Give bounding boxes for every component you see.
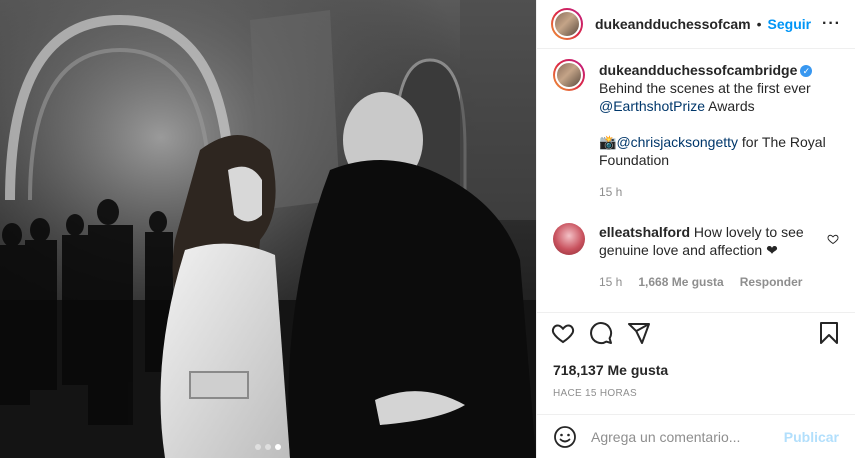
- post-side-panel: dukeandduchessofcam • Seguir ··· dukeand…: [536, 0, 855, 458]
- comment-input[interactable]: Agrega un comentario...: [591, 429, 784, 445]
- carousel-dot-active: [275, 444, 281, 450]
- comment-bubble-icon[interactable]: [589, 321, 613, 345]
- likes-count[interactable]: 718,137 Me gusta: [553, 362, 668, 378]
- caption-line1: Behind the scenes at the first ever: [599, 80, 811, 96]
- caption-avatar[interactable]: [553, 59, 585, 91]
- share-send-icon[interactable]: [627, 321, 651, 345]
- post-time-ago[interactable]: HACE 15 HORAS: [553, 388, 637, 399]
- follow-button[interactable]: Seguir: [768, 16, 812, 32]
- emoji-picker-icon[interactable]: [553, 425, 577, 449]
- reply-button[interactable]: Responder: [740, 273, 803, 291]
- add-comment-bar: Agrega un comentario... Publicar: [537, 414, 855, 458]
- comments-section[interactable]: dukeandduchessofcambridge ✓ Behind the sc…: [537, 59, 855, 291]
- carousel-indicator: [0, 444, 536, 450]
- carousel-dot: [255, 444, 261, 450]
- caption-timestamp[interactable]: 15 h: [599, 183, 622, 201]
- comment-like-heart-icon[interactable]: [827, 233, 839, 245]
- mention-chrisjacksongetty[interactable]: @chrisjacksongetty: [616, 134, 738, 150]
- commenter-avatar[interactable]: [553, 223, 585, 255]
- mention-earthshotprize[interactable]: @EarthshotPrize: [599, 98, 705, 114]
- caption-row: dukeandduchessofcambridge ✓ Behind the sc…: [553, 59, 839, 201]
- header-separator: •: [756, 16, 762, 32]
- post-actions-bar: [537, 312, 855, 353]
- caption-username[interactable]: dukeandduchessofcambridge: [599, 62, 797, 78]
- comment-timestamp[interactable]: 15 h: [599, 273, 622, 291]
- publish-button[interactable]: Publicar: [784, 429, 839, 445]
- camera-emoji-icon: 📸: [599, 134, 617, 150]
- like-heart-icon[interactable]: [551, 321, 575, 345]
- instagram-post-view: dukeandduchessofcam • Seguir ··· dukeand…: [0, 0, 855, 458]
- author-username[interactable]: dukeandduchessofcam: [595, 16, 751, 32]
- save-bookmark-icon[interactable]: [817, 321, 841, 345]
- caption-line1-end: Awards: [708, 98, 755, 114]
- post-header: dukeandduchessofcam • Seguir ···: [537, 0, 855, 49]
- commenter-username[interactable]: elleatshalford: [599, 224, 690, 240]
- author-avatar[interactable]: [551, 8, 583, 40]
- comment-likes[interactable]: 1,668 Me gusta: [638, 273, 723, 291]
- post-photo-image: [0, 0, 536, 458]
- verified-badge-icon: ✓: [800, 65, 813, 78]
- post-photo[interactable]: [0, 0, 536, 458]
- carousel-dot: [265, 444, 271, 450]
- comment-row: elleatshalford How lovely to see genuine…: [553, 223, 839, 291]
- more-options-icon[interactable]: ···: [822, 15, 841, 33]
